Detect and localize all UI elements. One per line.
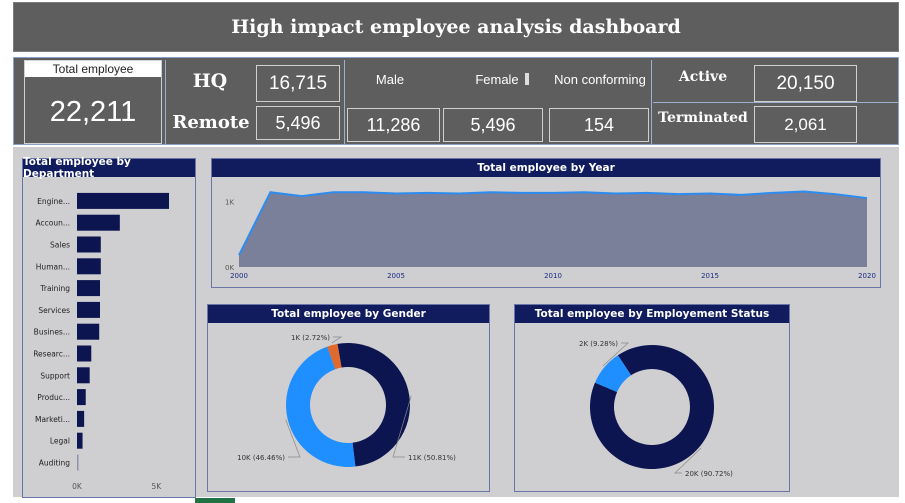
year-chart-card[interactable]: Total employee by Year 0K 1K 2000 2005 2010 2… bbox=[211, 158, 881, 288]
hq-value: 16,715 bbox=[268, 72, 328, 94]
male-label: Male bbox=[350, 70, 430, 88]
kpi-divider-horizontal bbox=[653, 102, 898, 103]
gender-donut-chart: 11K (50.81%) 10K (46.46%) 1K (2.72%) bbox=[237, 334, 456, 467]
active-label: Active bbox=[656, 66, 750, 88]
dept-bar bbox=[77, 192, 169, 209]
dept-x-tick-label: 5K bbox=[151, 482, 162, 491]
status-chart-title-text: Total employee by Employement Status bbox=[534, 308, 770, 320]
year-area-chart: 0K 1K 2000 2005 2010 2015 2020 bbox=[225, 190, 876, 280]
remote-label: Remote bbox=[168, 107, 254, 137]
female-value: 5,496 bbox=[470, 114, 516, 135]
dept-bar bbox=[77, 367, 90, 384]
dept-category-label: Marketi... bbox=[35, 415, 70, 424]
year-chart-title-text: Total employee by Year bbox=[477, 162, 615, 174]
dashboard-title-bar: High impact employee analysis dashboard bbox=[13, 2, 899, 52]
year-x-tick-label: 2005 bbox=[387, 272, 405, 280]
donut-data-label: 20K (90.72%) bbox=[685, 470, 733, 478]
dept-bar bbox=[77, 410, 85, 427]
year-x-tick-label: 2000 bbox=[230, 272, 248, 280]
hq-value-box[interactable]: 16,715 bbox=[256, 65, 340, 102]
total-employee-label: Total employee bbox=[25, 61, 161, 77]
kpi-divider bbox=[165, 60, 166, 144]
page-tab-indicator[interactable] bbox=[195, 498, 235, 503]
active-label-text: Active bbox=[678, 69, 728, 85]
male-value-box[interactable]: 11,286 bbox=[347, 108, 440, 142]
department-chart-title: Total employee by Department bbox=[23, 156, 195, 180]
status-chart-card[interactable]: Total employee by Employement Status 20K… bbox=[514, 304, 790, 492]
donut-leader-line bbox=[331, 336, 343, 344]
male-value: 11,286 bbox=[366, 114, 421, 135]
total-employee-value: 22,211 bbox=[25, 84, 161, 140]
dept-bar bbox=[77, 258, 101, 275]
year-x-tick-label: 2020 bbox=[858, 272, 876, 280]
terminated-value-box[interactable]: 2,061 bbox=[754, 106, 857, 143]
department-chart-card[interactable]: Total employee by Department Engine... Ac… bbox=[22, 156, 196, 498]
dept-bar bbox=[77, 236, 101, 253]
dept-category-label: Accoun... bbox=[36, 219, 71, 228]
status-donut-chart: 20K (90.72%) 2K (9.28%) bbox=[579, 340, 733, 478]
dept-category-label: Human... bbox=[36, 262, 70, 271]
dept-bar bbox=[77, 432, 83, 449]
kpi-divider bbox=[344, 60, 345, 144]
gender-chart-card[interactable]: Total employee by Gender 11K (50.81%) 10K… bbox=[207, 304, 490, 492]
female-value-box[interactable]: 5,496 bbox=[443, 108, 543, 142]
dept-category-label: Services bbox=[38, 306, 70, 315]
remote-label-text: Remote bbox=[172, 111, 250, 133]
terminated-value: 2,061 bbox=[784, 114, 827, 134]
donut-data-label: 11K (50.81%) bbox=[408, 454, 456, 462]
terminated-label-text: Terminated bbox=[658, 110, 748, 126]
dept-category-label: Engine... bbox=[37, 197, 70, 206]
year-y-tick-label: 1K bbox=[225, 198, 234, 206]
dept-bar bbox=[77, 345, 92, 362]
gender-chart-title: Total employee by Gender bbox=[208, 305, 489, 323]
male-label-text: Male bbox=[375, 71, 405, 87]
nonconforming-label: Non conforming bbox=[550, 70, 650, 88]
total-employee-value-text: 22,211 bbox=[49, 95, 137, 128]
year-chart-title: Total employee by Year bbox=[212, 159, 880, 177]
donut-data-label: 10K (46.46%) bbox=[237, 454, 285, 462]
year-area-fill bbox=[239, 191, 867, 267]
year-x-tick-label: 2010 bbox=[544, 272, 562, 280]
dept-bar bbox=[77, 454, 79, 471]
dept-category-label: Busines... bbox=[34, 328, 70, 337]
year-x-tick-label: 2015 bbox=[701, 272, 719, 280]
remote-value-box[interactable]: 5,496 bbox=[256, 106, 340, 140]
dept-bar bbox=[77, 301, 100, 318]
nonconforming-value-box[interactable]: 154 bbox=[549, 108, 649, 142]
dept-bar bbox=[77, 389, 86, 406]
nonconforming-value: 154 bbox=[583, 114, 615, 135]
hq-label-text: HQ bbox=[192, 70, 228, 92]
dept-category-label: Researc... bbox=[33, 350, 70, 359]
dept-category-label: Auditing bbox=[39, 459, 71, 468]
active-value: 20,150 bbox=[776, 72, 835, 94]
dept-bar bbox=[77, 323, 100, 340]
hq-label: HQ bbox=[170, 66, 250, 96]
cursor-bar-icon bbox=[524, 73, 529, 85]
dept-bar bbox=[77, 214, 120, 231]
gender-chart-title-text: Total employee by Gender bbox=[271, 308, 426, 320]
department-chart-title-text: Total employee by Department bbox=[23, 156, 131, 180]
dept-bar bbox=[77, 280, 100, 297]
year-y-tick-label: 0K bbox=[225, 264, 234, 272]
dept-category-label: Training bbox=[39, 284, 70, 293]
dept-category-label: Sales bbox=[50, 241, 70, 250]
kpi-divider bbox=[651, 60, 652, 144]
nonconforming-label-text: Non conforming bbox=[554, 71, 646, 87]
total-employee-label-text: Total employee bbox=[52, 62, 134, 76]
dept-category-label: Legal bbox=[50, 437, 70, 446]
terminated-label: Terminated bbox=[656, 107, 750, 129]
dept-x-tick-label: 0K bbox=[72, 482, 83, 491]
donut-data-label: 2K (9.28%) bbox=[579, 340, 618, 348]
remote-value: 5,496 bbox=[275, 112, 321, 133]
dept-category-label: Produc... bbox=[37, 393, 70, 402]
active-value-box[interactable]: 20,150 bbox=[754, 65, 857, 102]
dept-category-label: Support bbox=[40, 371, 70, 380]
donut-data-label: 1K (2.72%) bbox=[291, 334, 330, 342]
female-label: Female bbox=[462, 70, 542, 88]
page-title: High impact employee analysis dashboard bbox=[231, 16, 681, 38]
department-bar-chart: Engine... Accoun... Sales Human... Training S… bbox=[33, 192, 169, 491]
female-label-text: Female bbox=[475, 71, 519, 87]
status-chart-title: Total employee by Employement Status bbox=[515, 305, 789, 323]
